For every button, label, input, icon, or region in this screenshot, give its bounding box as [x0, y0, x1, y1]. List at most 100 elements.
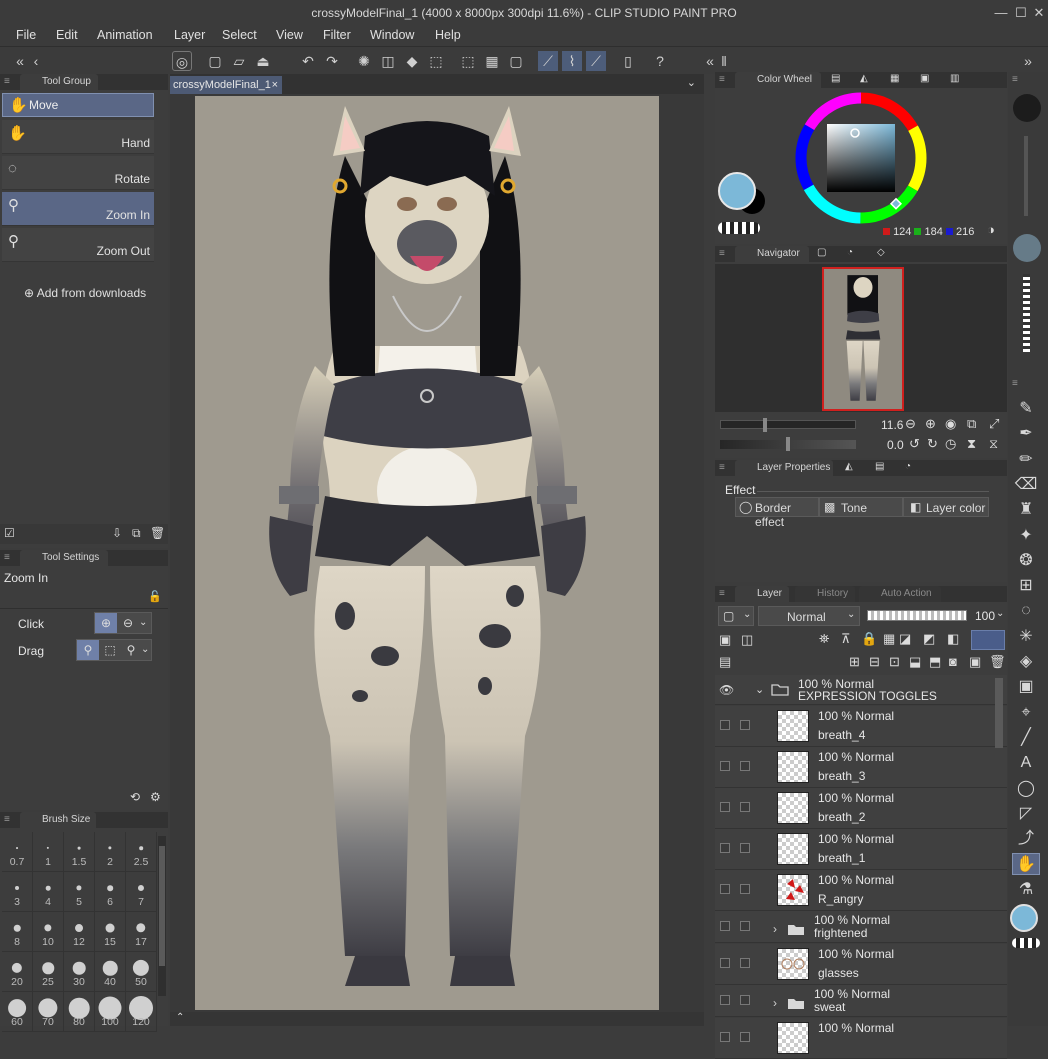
close-icon[interactable]: ✕ — [1028, 0, 1048, 26]
brush-size-cell[interactable]: 8 — [2, 912, 33, 952]
layer-row[interactable]: 100 % Normal breath_4 — [715, 706, 1007, 747]
lock-checkbox[interactable] — [740, 843, 750, 853]
balloon-icon[interactable]: ◯ — [1012, 778, 1040, 800]
menu-icon[interactable]: ≡ — [4, 76, 10, 87]
new-vector-layer-icon[interactable]: ⊟ — [869, 654, 880, 670]
brush-size-cell[interactable]: 17 — [126, 912, 157, 952]
item-bank-tab-icon[interactable]: ◇ — [877, 247, 885, 258]
brush-size-cell[interactable]: 80 — [64, 992, 95, 1032]
clip-studio-icon[interactable]: ◎ — [172, 51, 192, 71]
clear-icon[interactable]: ◫ — [378, 51, 398, 71]
opacity-bar[interactable] — [1023, 274, 1030, 352]
zoom-in-mode-icon[interactable]: ⊕ — [95, 613, 117, 633]
chevron-right-icon[interactable]: › — [773, 922, 777, 936]
visibility-checkbox[interactable] — [720, 995, 730, 1005]
brush-size-cell[interactable]: 60 — [2, 992, 33, 1032]
intermediate-color-tab-icon[interactable]: ▦ — [890, 73, 899, 84]
save-icon[interactable]: ⏏ — [253, 51, 273, 71]
menu-icon[interactable]: ≡ — [719, 74, 725, 85]
navigator-preview[interactable] — [715, 264, 1007, 412]
rotate-left-icon[interactable]: ↺ — [909, 436, 920, 452]
loading-icon[interactable]: ✺ — [354, 51, 374, 71]
tool-property-icon[interactable]: ☑ — [4, 526, 15, 540]
border-effect-button[interactable]: ◯ Border effect — [735, 497, 819, 529]
lock-checkbox[interactable] — [740, 921, 750, 931]
correct-line-icon[interactable]: ⤴ — [1012, 828, 1040, 850]
gradient-icon[interactable]: ▣ — [1012, 676, 1040, 698]
canvas-area[interactable] — [170, 94, 704, 1012]
minimize-icon[interactable]: — — [990, 0, 1012, 26]
drag-zoom-icon[interactable]: ⚲ — [77, 640, 99, 660]
wrench-icon[interactable]: ⚙ — [150, 790, 161, 804]
menu-icon[interactable]: ≡ — [719, 462, 725, 473]
visibility-checkbox[interactable] — [720, 802, 730, 812]
tab-auto-action[interactable]: Auto Action — [859, 586, 941, 602]
layer-row[interactable]: 100 % Normal R_angry — [715, 870, 1007, 911]
visibility-checkbox[interactable] — [720, 884, 730, 894]
brush-size-cell[interactable]: 7 — [126, 872, 157, 912]
device-icon[interactable]: ▯ — [618, 51, 638, 71]
blend-mode-select[interactable]: Normal ⌄ — [758, 606, 860, 626]
menu-file[interactable]: File — [16, 28, 36, 42]
menu-icon[interactable]: ≡ — [719, 248, 725, 259]
merge-down-icon[interactable]: ⬒ — [929, 654, 941, 670]
close-tab-icon[interactable]: × — [272, 76, 278, 94]
text-icon[interactable]: A — [1012, 752, 1040, 774]
main-color-swatch[interactable] — [1010, 904, 1038, 932]
layer-row[interactable]: 100 % Normal breath_3 — [715, 747, 1007, 788]
reset-rotation-icon[interactable]: ◷ — [945, 436, 956, 452]
chevron-right-icon[interactable]: › — [773, 996, 777, 1010]
layer-list-toggle-icon[interactable]: ▤ — [719, 654, 731, 670]
redo-icon[interactable]: ↷ — [322, 51, 342, 71]
menu-edit[interactable]: Edit — [56, 28, 78, 42]
chevron-up-icon[interactable]: ⌃ — [176, 1012, 184, 1023]
main-color-swatch[interactable] — [718, 172, 756, 210]
scroll-thumb[interactable] — [159, 846, 165, 966]
approximate-color-tab-icon[interactable]: ▣ — [920, 73, 929, 84]
frame-icon[interactable]: ◸ — [1012, 803, 1040, 825]
color-set-tab-icon[interactable]: ◭ — [860, 73, 868, 84]
airbrush-icon[interactable]: ❂ — [1012, 550, 1040, 572]
menu-icon[interactable]: ≡ — [4, 814, 10, 825]
clip-below-icon[interactable]: ▣ — [719, 632, 731, 648]
fit-navigator-icon[interactable]: ⧉ — [967, 416, 976, 432]
transparent-color-swatch[interactable] — [718, 222, 760, 234]
material-tab-icon[interactable]: ◔ — [905, 461, 911, 472]
pen-icon[interactable]: ✒ — [1012, 423, 1040, 445]
tab-layer-properties[interactable]: Layer Properties — [735, 460, 833, 476]
help-icon[interactable]: ? — [650, 51, 670, 71]
visibility-checkbox[interactable] — [720, 958, 730, 968]
pencil-icon[interactable]: ✏ — [1012, 449, 1040, 471]
lock-checkbox[interactable] — [740, 761, 750, 771]
open-file-icon[interactable]: ▱ — [229, 51, 249, 71]
brush-size-cell[interactable]: 1.5 — [64, 832, 95, 872]
tone-button[interactable]: ▩ Tone — [819, 497, 903, 517]
sub-view-tab-icon[interactable]: ▢ — [817, 247, 826, 258]
brush-size-cell[interactable]: 2.5 — [126, 832, 157, 872]
brush-size-cell[interactable]: 40 — [95, 952, 126, 992]
chevron-down-icon[interactable]: ⌄ — [141, 640, 149, 660]
ruler-icon[interactable]: ⊼ — [841, 631, 851, 647]
pen-icon[interactable]: ✎ — [1012, 398, 1040, 420]
layer-row[interactable]: 👁 ⌄ 100 % Normal EXPRESSION TOGGLES — [715, 675, 1007, 705]
mask-icon[interactable]: ◩ — [923, 631, 935, 647]
visibility-checkbox[interactable] — [720, 761, 730, 771]
brush-size-preview[interactable] — [1013, 94, 1041, 122]
apply-mask-icon[interactable]: ▣ — [969, 654, 981, 670]
invert-selection-icon[interactable]: ▦ — [482, 51, 502, 71]
grid-snap-icon[interactable]: ⟋ — [586, 51, 606, 71]
new-file-icon[interactable]: ▢ — [205, 51, 225, 71]
document-canvas[interactable] — [195, 96, 659, 1010]
actual-size-icon[interactable]: ◉ — [945, 416, 956, 432]
tab-brush-size[interactable]: Brush Size — [20, 812, 96, 828]
zoom-in-icon[interactable]: ⊕ — [925, 416, 936, 432]
tab-layer[interactable]: Layer — [735, 586, 789, 602]
zoom-out-mode-icon[interactable]: ⊖ — [119, 613, 137, 633]
brush-size-cell[interactable]: 5 — [64, 872, 95, 912]
create-mask-icon[interactable]: ◙ — [949, 654, 957, 669]
eraser-icon[interactable]: ⌫ — [1012, 474, 1040, 496]
layer-row[interactable]: 100 % Normal glasses — [715, 944, 1007, 985]
visibility-checkbox[interactable] — [720, 720, 730, 730]
blender-icon[interactable]: ♜ — [1012, 499, 1040, 521]
layer-scrollbar[interactable] — [995, 678, 1003, 748]
